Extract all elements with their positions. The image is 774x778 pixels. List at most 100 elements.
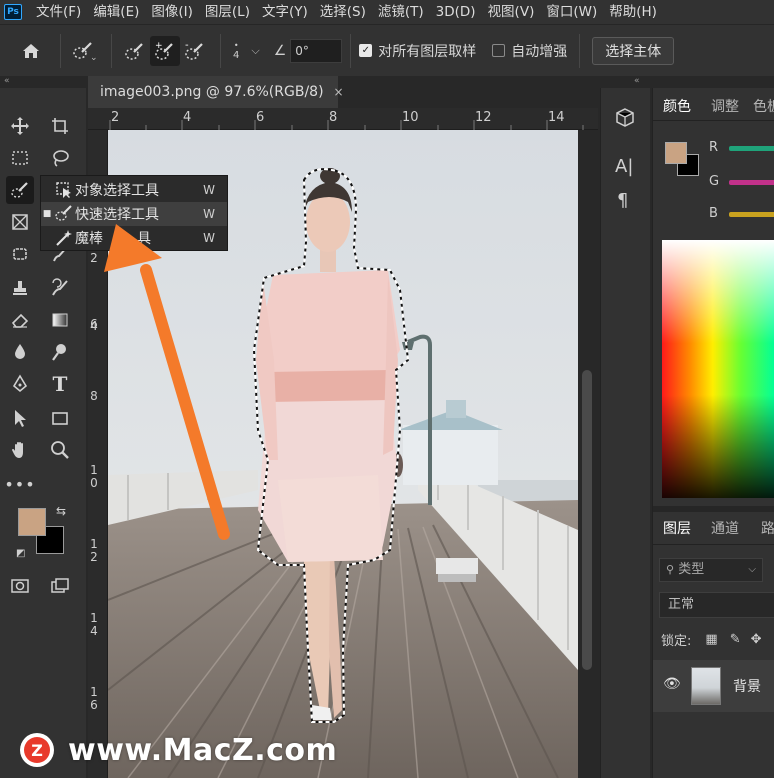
subtract-from-selection-button[interactable]: - [180,36,210,66]
vertical-scrollbar[interactable] [582,370,592,670]
home-icon[interactable] [16,36,46,66]
ruler-top-label: 10 [402,110,419,125]
tab-color[interactable]: 颜色 [663,96,691,116]
ruler-horizontal: 2 4 6 8 10 12 14 [88,108,598,130]
tab-adjustments[interactable]: 调整 [711,96,739,116]
paragraph-panel-icon[interactable]: ¶ [617,190,628,211]
menu-bar: Ps 文件(F) 编辑(E) 图像(I) 图层(L) 文字(Y) 选择(S) 滤… [0,0,774,24]
document-title: image003.png @ 97.6%(RGB/8) [100,84,324,100]
ruler-left-label: 12 [90,537,98,564]
menu-edit[interactable]: 编辑(E) [87,0,145,24]
3d-icon[interactable] [613,106,637,130]
lock-transparent-icon[interactable]: ▦ [705,632,717,647]
tab-channels[interactable]: 通道 [711,518,739,538]
sample-all-layers-option[interactable]: ✓ 对所有图层取样 [359,41,476,61]
layer-row[interactable]: 👁 背景 [653,660,774,712]
menu-image[interactable]: 图像(I) [145,0,199,24]
chevron-down-icon[interactable]: ⌵ [251,44,259,58]
tab-layers[interactable]: 图层 [663,518,691,538]
artboard-tool-icon[interactable] [46,112,74,140]
screen-mode-icon[interactable] [46,572,74,600]
macz-logo-icon: Z [20,733,54,767]
collapse-right-button[interactable]: « [634,76,640,88]
magic-wand-icon [53,228,75,248]
panel-divider [653,506,774,512]
select-subject-button[interactable]: 选择主体 [592,36,675,65]
brush-subtract-icon: - [185,40,203,60]
type-tool-icon[interactable]: T [46,370,74,398]
watermark: Z www.MacZ.com [20,728,337,772]
menu-file[interactable]: 文件(F) [30,0,87,24]
close-icon[interactable]: × [334,85,344,99]
new-selection-button[interactable] [120,36,150,66]
panel-dock-icons: A| ¶ [600,88,650,778]
auto-enhance-option[interactable]: 自动增强 [492,41,567,61]
eraser-tool-icon[interactable] [6,306,34,334]
tab-swatches[interactable]: 色板 [753,96,774,116]
spot-healing-tool-icon[interactable] [6,240,34,268]
document-tab[interactable]: image003.png @ 97.6%(RGB/8) × [88,76,344,108]
layer-filter-select[interactable]: ⚲ 类型 ⌵ [659,558,763,582]
menu-filter[interactable]: 滤镜(T) [372,0,430,24]
clone-stamp-tool-icon[interactable] [6,274,34,302]
menu-type[interactable]: 文字(Y) [256,0,314,24]
auto-enhance-checkbox[interactable] [492,44,506,57]
history-brush-tool-icon[interactable] [46,274,74,302]
menu-3d[interactable]: 3D(D) [430,0,482,24]
dodge-tool-icon[interactable] [46,338,74,366]
lock-paint-icon[interactable]: ✎ [730,632,741,647]
photoshop-logo-icon[interactable]: Ps [4,4,22,20]
flyout-item-quick-selection[interactable]: ■ 快速选择工具 W [41,202,227,226]
channel-g-slider[interactable] [729,180,774,185]
brush-size-picker[interactable]: • 4 [233,41,239,61]
menu-layer[interactable]: 图层(L) [199,0,256,24]
menu-help[interactable]: 帮助(H) [603,0,663,24]
frame-tool-icon[interactable] [6,208,34,236]
quick-selection-icon: ⌄ [73,41,97,62]
hand-tool-icon[interactable] [6,436,34,464]
channel-b-slider[interactable] [729,212,774,217]
menu-select[interactable]: 选择(S) [314,0,372,24]
path-selection-tool-icon[interactable] [6,404,34,432]
default-colors-icon[interactable]: ◩ [16,548,25,559]
eye-icon[interactable]: 👁 [663,676,681,692]
lock-position-icon[interactable]: ✥ [751,632,762,647]
quick-mask-icon[interactable] [6,572,34,600]
zoom-tool-icon[interactable] [46,436,74,464]
flyout-item-magic-wand[interactable]: 魔棒 具 W [41,226,227,250]
more-tools-icon[interactable]: ••• [4,470,34,498]
menu-view[interactable]: 视图(V) [482,0,541,24]
menu-window[interactable]: 窗口(W) [540,0,603,24]
sample-all-layers-checkbox[interactable]: ✓ [359,44,373,57]
collapse-left-button[interactable]: « [4,76,10,88]
rectangle-tool-icon[interactable] [46,404,74,432]
tab-paths[interactable]: 路径 [761,518,774,538]
tool-preset-picker[interactable]: ⌄ [69,36,99,66]
channel-r-label: R [709,140,719,155]
auto-enhance-label: 自动增强 [511,43,568,60]
channel-r-slider[interactable] [729,146,774,151]
foreground-color-swatch[interactable] [18,508,46,536]
move-tool-icon[interactable] [6,112,34,140]
svg-text:⌄: ⌄ [90,53,97,62]
blur-tool-icon[interactable] [6,338,34,366]
angle-input[interactable]: 0° [290,38,343,63]
gradient-tool-icon[interactable] [46,306,74,334]
flyout-item-object-selection[interactable]: 对象选择工具 W [41,178,227,202]
lasso-tool-icon[interactable] [46,144,74,172]
marquee-tool-icon[interactable] [6,144,34,172]
color-spectrum[interactable] [662,240,774,498]
quick-selection-tool-icon[interactable] [6,176,34,204]
options-bar: ⌄ + - • 4 ⌵ ∠ 0° ✓ 对所有图层取样 自动增强 选择主体 [0,24,774,76]
swap-colors-icon[interactable]: ⇆ [56,504,66,518]
color-layers-panel: 颜色 调整 色板 R G B 图层 通道 路径 ⚲ 类型 ⌵ 正常 锁定: ▦ … [652,88,774,778]
pen-tool-icon[interactable] [6,370,34,398]
blend-mode-select[interactable]: 正常 [659,592,774,618]
selected-dot-icon: ■ [42,209,52,219]
character-panel-icon[interactable]: A| [615,156,633,177]
color-panel-fg-swatch[interactable] [665,142,687,164]
flyout-item-label: 对象选择工具 [75,183,159,199]
ruler-left-label: 14 [90,611,98,638]
add-to-selection-button[interactable]: + [150,35,180,66]
chevron-down-icon: ⌵ [748,564,756,575]
